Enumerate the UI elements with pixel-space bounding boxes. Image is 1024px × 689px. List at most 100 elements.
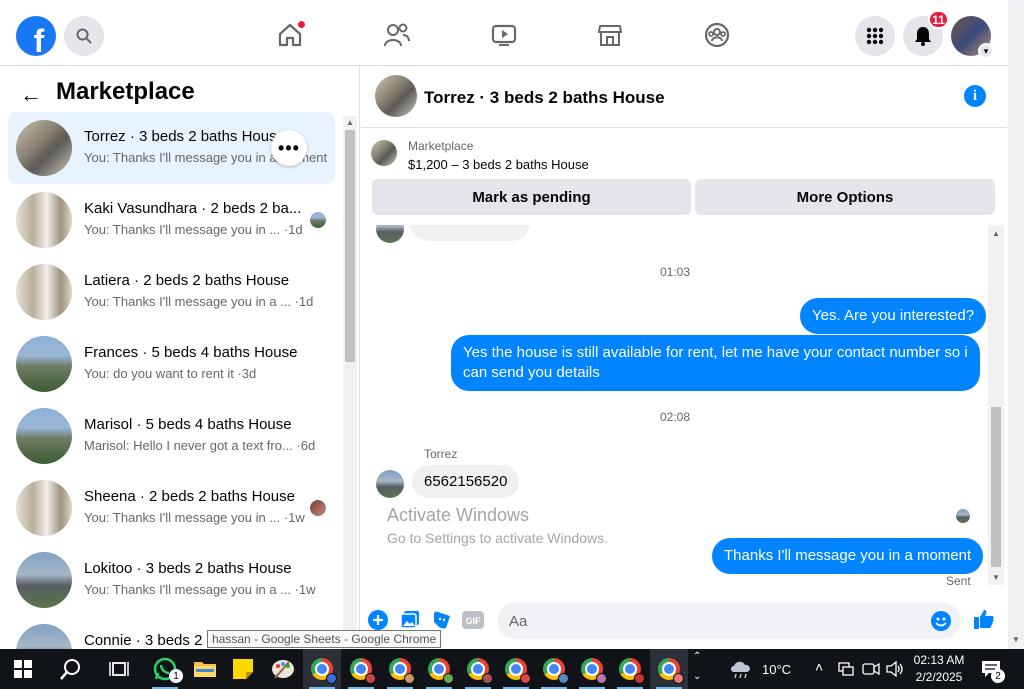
like-button[interactable] <box>973 608 995 630</box>
mark-as-pending-button[interactable]: Mark as pending <box>372 179 691 215</box>
svg-text:GIF: GIF <box>466 616 482 626</box>
weather-widget[interactable] <box>728 658 754 685</box>
conversation-item[interactable]: Marisol · 5 beds 4 baths House Marisol: … <box>8 400 335 472</box>
search-icon <box>60 659 80 680</box>
meet-now-icon[interactable] <box>862 662 880 681</box>
groups-tab[interactable] <box>702 20 732 50</box>
tray-overflow-chevron-icon[interactable]: ˄ <box>815 659 823 675</box>
page-scrollbar[interactable]: ▼ <box>1008 7 1024 649</box>
chrome-taskbar-item[interactable] <box>459 649 497 689</box>
sticky-notes-taskbar-item[interactable] <box>224 649 262 689</box>
sent-status: Sent <box>946 574 971 588</box>
windows-taskbar: 1 ⌃ ⌄ 10°C ˄ 02:13 AM 2/2/2025 2 <box>0 649 1024 689</box>
message-bubble-outgoing: Yes. Are you interested? <box>800 298 987 334</box>
network-icon[interactable] <box>838 662 854 681</box>
chrome-icon <box>619 658 645 684</box>
groups-icon <box>704 22 730 48</box>
clock-date[interactable]: 2/2/2025 <box>913 670 965 684</box>
left-header: ← Marketplace <box>0 66 359 116</box>
sender-name: Torrez <box>424 447 458 461</box>
chrome-taskbar-item[interactable] <box>535 649 573 689</box>
scroll-down-arrow-icon[interactable]: ▼ <box>992 573 1000 582</box>
conversation-item[interactable]: Lokitoo · 3 beds 2 baths House You: Than… <box>8 544 335 616</box>
clock-time[interactable]: 02:13 AM <box>913 653 965 667</box>
menu-grid-icon <box>866 27 884 45</box>
conversation-item[interactable]: Sheena · 2 beds 2 baths House You: Thank… <box>8 472 335 544</box>
chrome-taskbar-item[interactable] <box>303 649 341 689</box>
chrome-taskbar-item[interactable] <box>381 649 419 689</box>
friends-tab[interactable] <box>382 20 412 50</box>
listing-price[interactable]: $1,200 – 3 beds 2 baths House <box>408 157 589 172</box>
chrome-taskbar-item[interactable] <box>420 649 458 689</box>
back-arrow-icon[interactable]: ← <box>20 82 42 108</box>
marketplace-label: Marketplace <box>408 139 474 153</box>
message-bubble-outgoing: Thanks I'll message you in a moment <box>712 538 984 574</box>
home-notification-dot <box>297 20 306 29</box>
listing-thumbnail <box>16 408 72 464</box>
task-view-button[interactable] <box>100 649 138 689</box>
facebook-logo[interactable]: f <box>16 16 56 56</box>
marketplace-tab[interactable] <box>595 20 625 50</box>
taskbar-tooltip: hassan - Google Sheets - Google Chrome <box>207 630 442 648</box>
chrome-icon <box>543 658 569 684</box>
chrome-taskbar-item[interactable] <box>342 649 380 689</box>
chrome-taskbar-item[interactable] <box>573 649 611 689</box>
notification-badge: 11 <box>928 10 949 29</box>
scrollbar-thumb[interactable] <box>345 130 355 362</box>
chrome-taskbar-item[interactable] <box>650 649 688 689</box>
taskbar-scroll-down-icon[interactable]: ⌄ <box>693 671 701 682</box>
listing-thumbnail <box>16 480 72 536</box>
more-options-icon[interactable]: ••• <box>271 130 307 166</box>
scroll-down-arrow-icon[interactable]: ▼ <box>1012 635 1020 644</box>
conversation-item[interactable]: Latiera · 2 beds 2 baths House You: Than… <box>8 256 335 328</box>
conversation-item[interactable]: Torrez · 3 beds 2 baths House You: Thank… <box>8 112 335 184</box>
listing-thumbnail <box>16 120 72 176</box>
add-button[interactable] <box>367 609 389 631</box>
chat-scrollbar[interactable]: ▲ ▼ <box>988 225 1004 585</box>
search-button[interactable] <box>64 16 104 56</box>
more-options-button[interactable]: More Options <box>695 179 995 215</box>
paint-taskbar-item[interactable] <box>264 649 302 689</box>
scroll-up-arrow-icon[interactable]: ▲ <box>992 229 1000 238</box>
emoji-icon <box>931 611 951 631</box>
image-icon <box>400 611 419 629</box>
scrollbar-thumb[interactable] <box>991 407 1001 567</box>
gif-icon: GIF <box>462 611 484 629</box>
message-input[interactable] <box>509 603 909 639</box>
conversation-item[interactable]: Frances · 5 beds 4 baths House You: do y… <box>8 328 335 400</box>
chrome-icon <box>350 658 376 684</box>
thumbs-up-icon <box>974 610 994 629</box>
chrome-taskbar-item[interactable] <box>611 649 649 689</box>
start-button[interactable] <box>4 649 42 689</box>
sender-avatar <box>376 470 404 498</box>
search-button[interactable] <box>52 649 90 689</box>
chrome-taskbar-item[interactable] <box>497 649 535 689</box>
taskbar-scroll-up-icon[interactable]: ⌃ <box>693 651 701 662</box>
chevron-down-icon: ▾ <box>978 43 994 59</box>
volume-icon[interactable] <box>886 660 904 682</box>
temperature[interactable]: 10°C <box>762 662 791 677</box>
scroll-up-arrow-icon[interactable]: ▲ <box>346 118 354 127</box>
conversation-item[interactable]: Kaki Vasundhara · 2 beds 2 ba... You: Th… <box>8 184 335 256</box>
conversation-list-scrollbar[interactable]: ▲ <box>343 116 357 649</box>
page-title: Marketplace <box>56 78 195 105</box>
search-icon <box>76 28 92 44</box>
account-avatar[interactable]: ▾ <box>951 16 994 59</box>
conversation-name: Frances · 5 beds 4 baths House <box>84 344 298 361</box>
menu-button[interactable] <box>855 16 895 56</box>
gif-button[interactable]: GIF <box>462 609 484 631</box>
photo-button[interactable] <box>399 609 421 631</box>
windows-logo-icon <box>14 660 32 678</box>
folder-icon <box>194 662 216 677</box>
sender-avatar <box>376 225 404 243</box>
emoji-button[interactable] <box>931 611 951 636</box>
chat-title[interactable]: Torrez · 3 beds 2 baths House <box>424 88 665 108</box>
watch-tab[interactable] <box>489 20 519 50</box>
file-explorer-taskbar-item[interactable] <box>186 649 224 689</box>
marketplace-listing-thumbnail[interactable] <box>371 140 397 166</box>
chat-listing-thumbnail[interactable] <box>375 75 417 117</box>
message-input-container <box>497 603 961 639</box>
info-icon[interactable]: i <box>964 85 986 107</box>
sticker-button[interactable] <box>431 609 453 631</box>
sticky-note-icon <box>233 659 253 679</box>
